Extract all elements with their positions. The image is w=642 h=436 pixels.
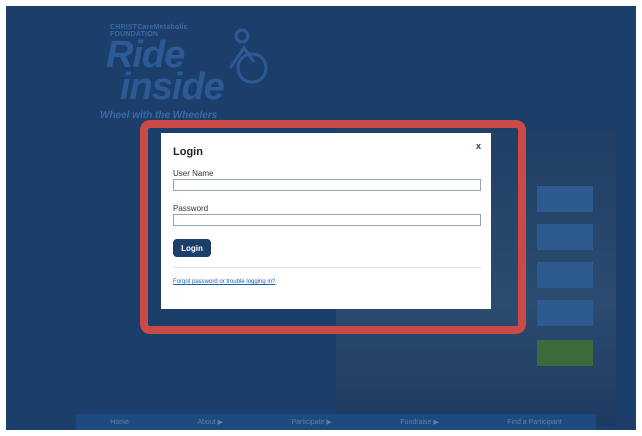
divider (173, 267, 481, 268)
login-button[interactable]: Login (173, 239, 211, 257)
username-label: User Name (173, 169, 214, 178)
password-label: Password (173, 204, 209, 213)
close-button[interactable]: x (476, 141, 481, 151)
forgot-password-link[interactable]: Forgot password or trouble logging in? (173, 279, 275, 285)
password-input[interactable] (173, 214, 481, 226)
modal-overlay: x Login User Name Password Login Forgot … (0, 0, 642, 436)
modal-title: Login (173, 146, 203, 158)
login-modal: x Login User Name Password Login Forgot … (161, 133, 491, 309)
username-input[interactable] (173, 179, 481, 191)
